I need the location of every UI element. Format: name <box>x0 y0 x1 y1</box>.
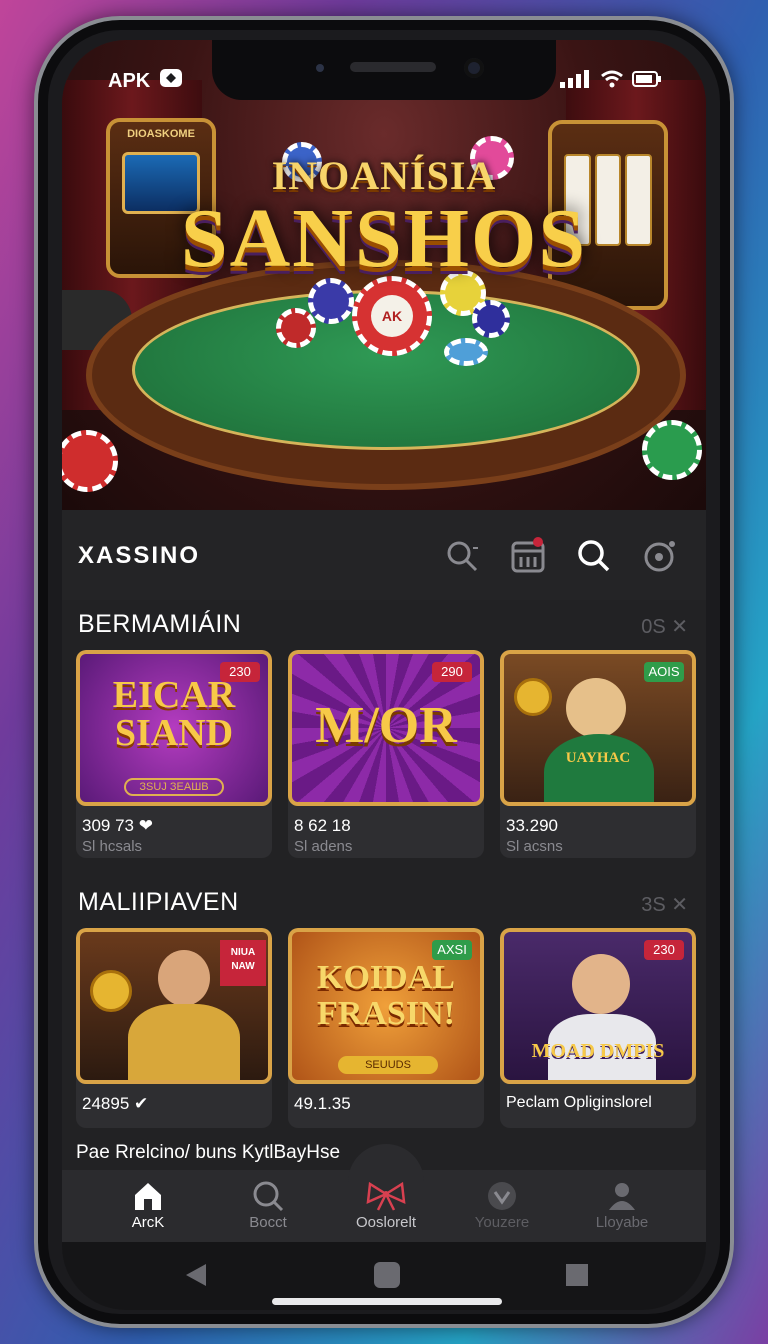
game-thumbnail: M/OR 290 <box>288 650 484 806</box>
game-badge: 230 <box>220 662 260 682</box>
queen-face <box>566 678 626 738</box>
chip-label: AK <box>371 295 413 337</box>
game-subtitle: Sl adens <box>294 838 353 855</box>
game-value: 49.1.35 <box>294 1094 351 1113</box>
game-card[interactable]: KOIDAL FRASIN! SEUUDS AXSI 49.1.35 <box>288 928 484 1128</box>
search-plus-icon[interactable] <box>440 534 484 578</box>
game-subtitle: Sl hcsals <box>82 838 143 855</box>
app-screen: DIOASKOME AK INOANÍSIA SANSHOS APK XASSI… <box>62 40 706 1310</box>
system-nav-bar <box>62 1242 706 1310</box>
battery-icon <box>632 71 662 92</box>
queen-face <box>572 954 630 1014</box>
chip-large: AK <box>352 276 432 356</box>
nav-label: Youzere <box>474 1214 530 1231</box>
recents-icon[interactable] <box>566 1264 588 1286</box>
game-thumbnail: NIUA NAW <box>76 928 272 1084</box>
home-button-icon[interactable] <box>374 1262 400 1288</box>
game-value: 309 73 ❤ <box>82 816 153 835</box>
game-badge: AOIS <box>644 662 684 682</box>
calendar-icon[interactable] <box>506 534 550 578</box>
promo-text[interactable]: Pae Rrelcino/ buns KytlBayHse <box>76 1142 340 1164</box>
settings-dot-icon[interactable] <box>638 534 682 578</box>
camera-notch <box>212 40 556 100</box>
game-thumb-title: EICAR SIAND <box>112 674 236 754</box>
phone-frame: DIOASKOME AK INOANÍSIA SANSHOS APK XASSI… <box>34 16 734 1328</box>
game-card[interactable]: MOAD DMPIS 230 Peclam Opliginslorel <box>500 928 696 1128</box>
game-card[interactable]: M/OR 290 8 62 18 Sl adens <box>288 650 484 858</box>
nav-label: Bocct <box>249 1214 287 1231</box>
section-meta[interactable]: 0S ✕ <box>641 614 688 639</box>
coin-icon <box>90 970 132 1012</box>
hero-banner[interactable]: DIOASKOME AK INOANÍSIA SANSHOS <box>62 40 706 510</box>
hero-title: SANSHOS <box>180 192 588 285</box>
game-value: 24895 ✔ <box>82 1094 149 1113</box>
nav-item-center[interactable]: Ooslorelt <box>336 1170 436 1242</box>
chip-red <box>276 308 316 348</box>
game-card[interactable]: NIUA NAW 24895 ✔ <box>76 928 272 1128</box>
game-thumb-caption: ЗSUJ ЗЕАШВ <box>124 778 224 796</box>
coin-icon <box>514 678 552 716</box>
chip-navy <box>472 300 510 338</box>
game-thumb-title: KOIDAL FRASIN! <box>317 959 455 1032</box>
section-meta[interactable]: 3S ✕ <box>641 892 688 917</box>
game-thumbnail: EICAR SIAND ЗSUJ ЗЕАШВ 230 <box>76 650 272 806</box>
home-indicator[interactable] <box>272 1298 502 1305</box>
nav-label: ArcK <box>131 1214 165 1231</box>
brand-title: XASSINO <box>78 542 201 569</box>
game-thumbnail: KOIDAL FRASIN! SEUUDS AXSI <box>288 928 484 1084</box>
game-thumb-title: UAYHAC <box>565 750 631 766</box>
bow-icon <box>336 1178 436 1214</box>
game-card[interactable]: UAYHAC AOIS 33.290 Sl acsns <box>500 650 696 858</box>
home-icon <box>98 1178 198 1214</box>
game-badge: 230 <box>644 940 684 960</box>
man-suit <box>128 1004 240 1080</box>
game-thumbnail: MOAD DMPIS 230 <box>500 928 696 1084</box>
game-thumb-caption: SEUUDS <box>338 1056 438 1074</box>
app-header: XASSINO <box>62 510 706 600</box>
user-icon <box>572 1178 672 1214</box>
nav-item-profile[interactable]: Lloyabe <box>572 1170 672 1242</box>
game-thumb-title: MOAD DMPIS <box>531 1040 665 1062</box>
game-badge: AXSI <box>432 940 472 960</box>
man-face <box>158 950 210 1006</box>
queen-dress <box>544 734 654 802</box>
nav-label: Ooslorelt <box>355 1214 417 1231</box>
apk-badge-icon <box>158 66 184 96</box>
slot-machine-label: DIOASKOME <box>127 128 195 140</box>
section-title: BERMAMIÁIN <box>78 610 242 638</box>
status-right <box>560 70 662 93</box>
chip-red-left <box>62 430 118 492</box>
search-icon[interactable] <box>572 534 616 578</box>
nav-label: Lloyabe <box>595 1214 649 1231</box>
wifi-icon <box>600 70 624 93</box>
game-value: 8 62 18 <box>294 816 351 835</box>
nav-item-youzere[interactable]: Youzere <box>452 1170 552 1242</box>
game-thumb-title: M/OR <box>315 697 457 754</box>
back-icon[interactable] <box>184 1262 208 1293</box>
section-title: MALIIPIAVEN <box>78 888 239 916</box>
game-card[interactable]: EICAR SIAND ЗSUJ ЗЕАШВ 230 309 73 ❤ Sl h… <box>76 650 272 858</box>
search-icon <box>218 1178 318 1214</box>
signal-icon <box>560 70 592 93</box>
game-badge: 290 <box>432 662 472 682</box>
game-value: 33.290 <box>506 816 558 835</box>
nav-item-search[interactable]: Bocct <box>218 1170 318 1242</box>
nav-item-home[interactable]: ArcK <box>98 1170 198 1242</box>
chip-green <box>642 420 702 480</box>
status-left: APK <box>108 66 184 96</box>
game-subtitle: Sl acsns <box>506 838 563 855</box>
apk-label: APK <box>108 69 151 92</box>
game-thumbnail: UAYHAC AOIS <box>500 650 696 806</box>
shield-icon <box>452 1178 552 1214</box>
chip-lightblue <box>444 338 488 366</box>
game-thumb-title: NIUA NAW <box>220 940 266 986</box>
game-value: Peclam Opliginslorel <box>506 1094 652 1111</box>
